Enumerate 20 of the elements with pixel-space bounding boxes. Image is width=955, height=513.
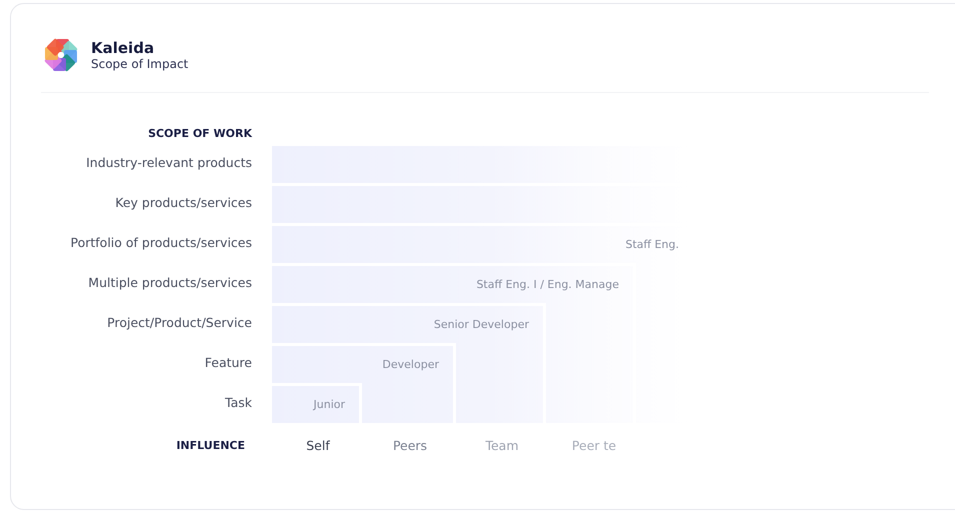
role-label: Developer [382,357,440,371]
role-label: Junior [314,397,346,411]
influence-label: Team [484,437,520,455]
scope-label: Portfolio of products/services [70,234,252,252]
scope-label: Key products/services [115,194,252,212]
scope-label: Project/Product/Service [107,314,252,332]
role-label: Senior Developer [434,317,530,331]
scope-label: Industry-relevant products [86,154,252,172]
influence-label: Peers [392,437,428,455]
influence-label: Peer te [570,437,618,455]
axis-heading: SCOPE OF WORK [148,126,252,142]
scope-label: Feature [204,354,252,372]
brand-subtitle: Scope of Impact [91,57,188,71]
scope-label: Multiple products/services [88,274,252,292]
influence-label: Self [305,437,331,455]
axis-heading: INFLUENCE [176,438,245,454]
scope-label: Task [225,394,252,412]
brand-name: Kaleida [91,39,156,57]
role-label: Staff Eng. I / Eng. Manage [476,277,620,291]
role-label: Staff Eng. [625,237,680,251]
